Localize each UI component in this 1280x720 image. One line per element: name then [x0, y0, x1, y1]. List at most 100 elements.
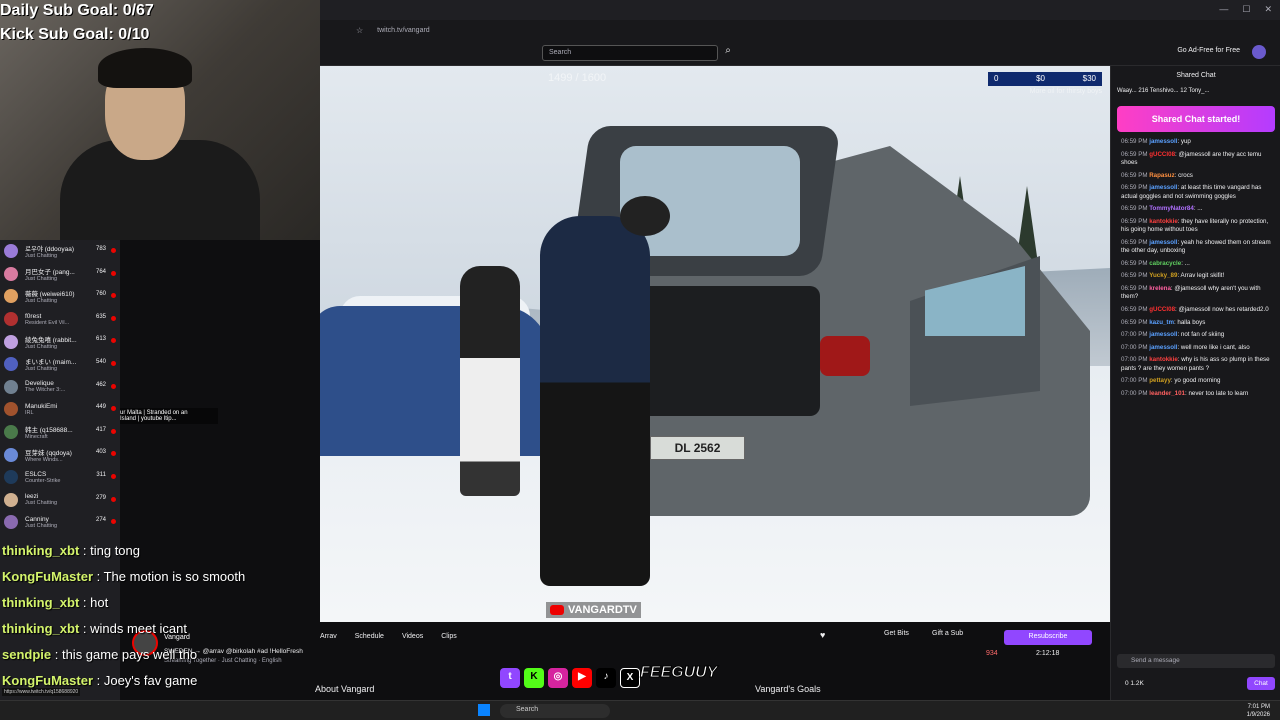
- sidebar-channel[interactable]: 薇薇 (weiwei610) Just Chatting 760: [0, 285, 120, 308]
- chat-message[interactable]: 06:59 PM cabracycle: ...: [1121, 260, 1277, 268]
- tab-clips[interactable]: Clips: [441, 633, 457, 640]
- sidebar-channel[interactable]: 綾兔兔嘻 (rabbit... Just Chatting 613: [0, 330, 120, 353]
- chat-message[interactable]: 06:59 PM Rapasuz: crocs: [1121, 172, 1277, 180]
- chat-username[interactable]: kantokkie: [1149, 356, 1178, 363]
- channel-text: ManukiEmi IRL: [25, 403, 97, 416]
- chat-message[interactable]: 07:00 PM jamessoll: not fan of skiing: [1121, 331, 1277, 339]
- chat-timestamp: 06:59 PM: [1121, 138, 1148, 145]
- chat-username[interactable]: pettayy: [1149, 377, 1171, 384]
- chat-message[interactable]: 07:00 PM pettayy: yo good morning: [1121, 377, 1277, 385]
- overlay-chat-line: KongFuMaster : The motion is so smooth: [2, 569, 245, 584]
- chat-message[interactable]: 06:59 PM krelena: @jamessoll why aren't …: [1121, 285, 1277, 302]
- get-bits-button[interactable]: Get Bits: [884, 630, 909, 637]
- chat-message[interactable]: 06:59 PM Yucky_89: Arrav legit skifit!: [1121, 272, 1277, 280]
- chat-username[interactable]: leander_101: [1149, 390, 1185, 397]
- video-player[interactable]: DL 2562 1499 / 1600 0 $0 $30 More oil fo…: [320, 66, 1110, 622]
- sidebar-channel[interactable]: ESLCS Counter-Strike 311: [0, 466, 120, 489]
- channel-game: Just Chatting: [25, 343, 58, 350]
- taskbar-search[interactable]: Search: [500, 704, 610, 718]
- channel-viewers: 279: [95, 494, 106, 501]
- chat-message[interactable]: 06:59 PM gUCCI08: @jamessoll now hes ret…: [1121, 306, 1277, 314]
- chat-username[interactable]: cabracycle: [1149, 260, 1181, 267]
- instagram-icon[interactable]: ◎: [548, 668, 568, 688]
- chat-text: : ...: [1181, 259, 1190, 267]
- live-dot: [111, 428, 116, 434]
- chat-message[interactable]: 06:59 PM jamessoll: at least this time v…: [1121, 184, 1277, 201]
- chat-username[interactable]: jamessoll: [1149, 239, 1177, 246]
- channel-text: 豆芽妹 (qqdoya) Where Winds...: [25, 447, 97, 463]
- sidebar-channel[interactable]: leezi Just Chatting 279: [0, 489, 120, 512]
- search-icon[interactable]: ⌕: [720, 45, 736, 61]
- search-input[interactable]: Search: [542, 45, 718, 61]
- chat-username[interactable]: krelena: [1149, 285, 1171, 292]
- bookmark-icon[interactable]: ☆: [356, 26, 363, 35]
- sidebar-channel[interactable]: Canniny Just Chatting 274: [0, 511, 120, 534]
- chat-username[interactable]: jamessoll: [1149, 344, 1177, 351]
- close-icon[interactable]: ✕: [1264, 4, 1272, 15]
- chat-username[interactable]: jamessoll: [1149, 331, 1177, 338]
- maximize-icon[interactable]: ☐: [1242, 4, 1250, 15]
- tab-arrav[interactable]: Arrav: [320, 633, 337, 640]
- chat-message[interactable]: 06:59 PM kantokkie: they have literally …: [1121, 218, 1277, 235]
- sidebar-channel[interactable]: 豆芽妹 (qqdoya) Where Winds... 403: [0, 443, 120, 466]
- sidebar-channel[interactable]: ManukiEmi IRL 449: [0, 398, 120, 421]
- chat-message[interactable]: 06:59 PM jamessoll: yup: [1121, 138, 1277, 146]
- chat-text: : ...: [1193, 205, 1203, 213]
- channel-avatar: [4, 447, 18, 462]
- follow-heart-icon[interactable]: ♥: [820, 630, 825, 640]
- chat-send-button[interactable]: Chat: [1247, 677, 1275, 690]
- kick-icon[interactable]: K: [524, 668, 544, 688]
- chat-message[interactable]: 06:59 PM jamessoll: yeah he showed them …: [1121, 239, 1277, 256]
- channel-game: Just Chatting: [25, 298, 58, 305]
- windows-start-icon[interactable]: [478, 704, 490, 716]
- channel-text: 로우야 (ddooyaa) Just Chatting: [25, 243, 97, 259]
- chat-timestamp: 06:59 PM: [1121, 284, 1148, 292]
- chat-username[interactable]: gUCCI08: [1149, 151, 1175, 158]
- go-ad-free-button[interactable]: Go Ad-Free for Free: [1177, 47, 1240, 54]
- chat-message[interactable]: 06:59 PM kazu_tm: halla boys: [1121, 319, 1277, 327]
- sidebar-channel[interactable]: 韩主 (q158688... Minecraft 417: [0, 421, 120, 444]
- about-heading: About Vangard: [315, 684, 375, 694]
- sidebar-channel[interactable]: Develique The Witcher 3:... 462: [0, 376, 120, 399]
- overlay-chat-text: : The motion is so smooth: [93, 569, 246, 584]
- channel-game: Where Winds...: [25, 456, 63, 463]
- chat-message[interactable]: 06:59 PM gUCCI08: @jamessoll are they ac…: [1121, 151, 1277, 168]
- chat-message[interactable]: 07:00 PM leander_101: never too late to …: [1121, 390, 1277, 398]
- chat-username[interactable]: kantokkie: [1149, 218, 1178, 225]
- chat-input[interactable]: Send a message: [1117, 654, 1275, 668]
- x-icon[interactable]: X: [620, 668, 640, 688]
- live-dot: [111, 248, 116, 253]
- chat-username[interactable]: gUCCI08: [1149, 306, 1175, 313]
- tab-videos[interactable]: Videos: [402, 633, 423, 640]
- address-bar[interactable]: ☆ twitch.tv/vangard: [320, 20, 1280, 40]
- shared-chat-channels[interactable]: Waay... 216 Tenshivo... 12 Tony_...: [1117, 88, 1210, 94]
- tiktok-icon[interactable]: ♪: [596, 668, 616, 688]
- sidebar-channel[interactable]: f0rest Resident Evil Vil... 635: [0, 308, 120, 331]
- user-avatar[interactable]: [1252, 45, 1266, 59]
- chat-username[interactable]: kazu_tm: [1149, 319, 1174, 326]
- channel-name: leezi: [25, 493, 39, 501]
- channel-game: Just Chatting: [25, 366, 58, 373]
- url-text[interactable]: twitch.tv/vangard: [377, 27, 430, 34]
- chat-message[interactable]: 07:00 PM kantokkie: why is his ass so pl…: [1121, 356, 1277, 373]
- chat-message[interactable]: 07:00 PM jamessoll: well more like i can…: [1121, 344, 1277, 352]
- chat-message[interactable]: 06:59 PM TommyNator84: ...: [1121, 205, 1277, 213]
- channel-points[interactable]: 0 1.2K: [1125, 680, 1144, 687]
- sidebar-channel[interactable]: 月巴女子 (pang... Just Chatting 764: [0, 263, 120, 286]
- sidebar-channel[interactable]: まいまい (maim... Just Chatting 540: [0, 353, 120, 376]
- channel-viewers: 613: [95, 336, 106, 343]
- chat-username[interactable]: jamessoll: [1149, 184, 1177, 191]
- twitch-icon[interactable]: t: [500, 668, 520, 688]
- chat-username[interactable]: Yucky_89: [1149, 272, 1177, 279]
- youtube-icon[interactable]: ▶: [572, 668, 592, 688]
- browser-tab-strip: — ☐ ✕: [320, 0, 1280, 20]
- gift-sub-button[interactable]: Gift a Sub: [932, 630, 963, 637]
- tab-schedule[interactable]: Schedule: [355, 633, 384, 640]
- resubscribe-button[interactable]: Resubscribe: [1004, 630, 1092, 645]
- chat-username[interactable]: TommyNator84: [1149, 205, 1194, 212]
- channel-name: 綾兔兔嘻 (rabbit...: [25, 336, 77, 344]
- chat-username[interactable]: jamessoll: [1149, 138, 1177, 145]
- sidebar-channel[interactable]: 로우야 (ddooyaa) Just Chatting 783: [0, 240, 120, 263]
- minimize-icon[interactable]: —: [1219, 4, 1228, 15]
- chat-username[interactable]: Rapasuz: [1149, 172, 1174, 179]
